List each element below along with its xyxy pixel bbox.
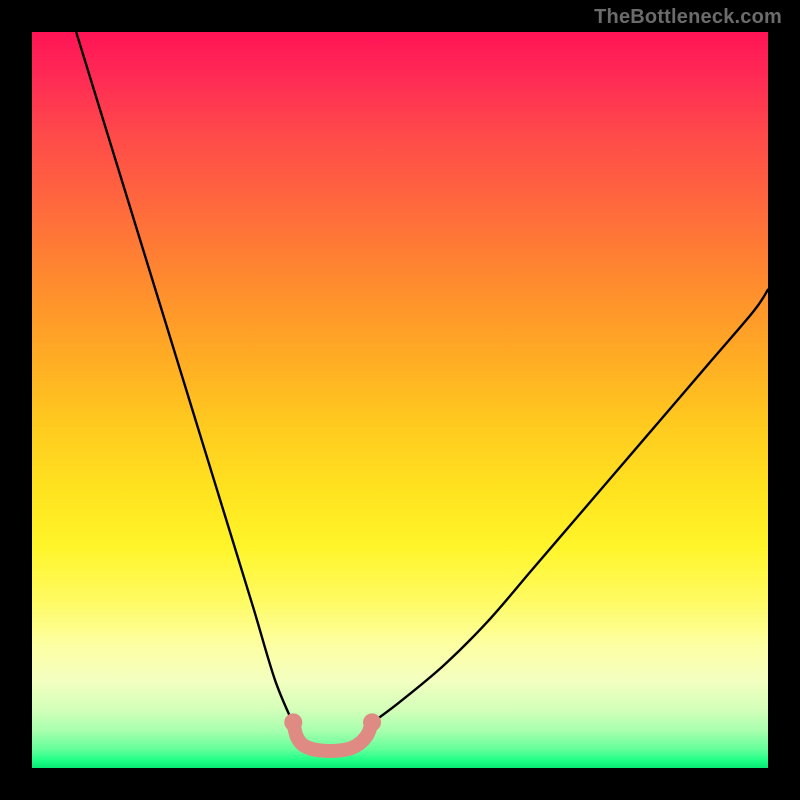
valley-endpoint-dot xyxy=(284,713,302,731)
series-right-curve xyxy=(371,290,768,724)
valley-endpoint-dot xyxy=(363,713,381,731)
chart-frame: TheBottleneck.com xyxy=(0,0,800,800)
watermark-text: TheBottleneck.com xyxy=(594,6,782,29)
series-left-curve xyxy=(76,32,293,724)
series-valley-marker xyxy=(293,722,372,751)
chart-curves-svg xyxy=(32,32,768,768)
